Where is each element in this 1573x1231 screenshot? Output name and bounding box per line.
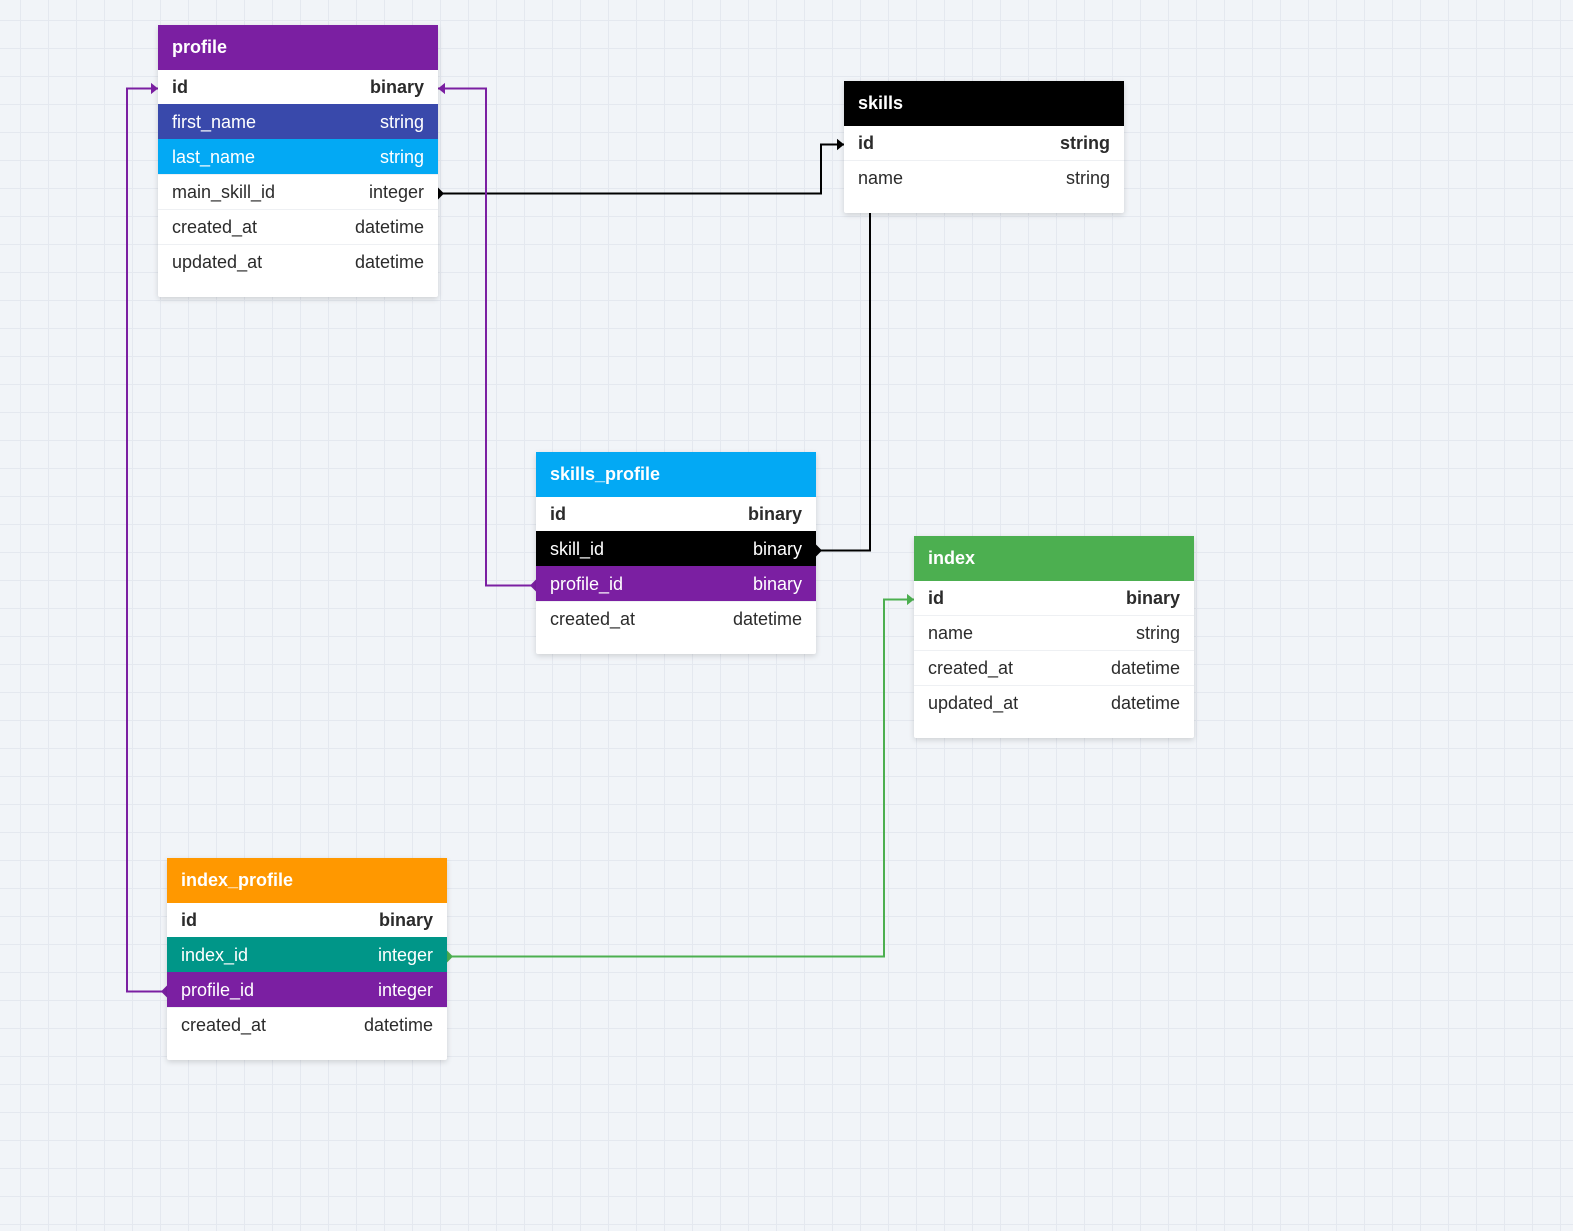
column-row[interactable]: last_name string — [158, 139, 438, 174]
column-row[interactable]: name string — [914, 615, 1194, 650]
column-type: datetime — [1111, 693, 1180, 714]
table-profile[interactable]: profileidbinaryfirst_namestringlast_name… — [158, 25, 438, 297]
column-type: datetime — [1111, 658, 1180, 679]
column-name: id — [928, 588, 944, 609]
column-name: main_skill_id — [172, 182, 275, 203]
column-type: datetime — [733, 609, 802, 630]
column-name: updated_at — [928, 693, 1018, 714]
column-name: name — [928, 623, 973, 644]
table-footer-space — [844, 195, 1124, 213]
column-name: created_at — [172, 217, 257, 238]
table-skills[interactable]: skills id string name string — [844, 81, 1124, 213]
column-name: name — [858, 168, 903, 189]
column-type: datetime — [355, 217, 424, 238]
column-row[interactable]: first_name string — [158, 104, 438, 139]
column-row[interactable]: created_at datetime — [167, 1007, 447, 1042]
column-row[interactable]: id binary — [167, 903, 447, 937]
column-type: string — [1136, 623, 1180, 644]
column-type: integer — [378, 980, 433, 1001]
column-name: first_name — [172, 112, 256, 133]
table-header[interactable]: index — [914, 536, 1194, 581]
column-row[interactable]: created_at datetime — [536, 601, 816, 636]
column-type: datetime — [355, 252, 424, 273]
column-row[interactable]: profile_id integer — [167, 972, 447, 1007]
column-name: id — [858, 133, 874, 154]
column-name: updated_at — [172, 252, 262, 273]
table-header[interactable]: skills — [844, 81, 1124, 126]
column-row[interactable]: id binary — [158, 70, 438, 104]
table-footer-space — [914, 720, 1194, 738]
column-type: binary — [1126, 588, 1180, 609]
table-footer-space — [167, 1042, 447, 1060]
column-name: created_at — [550, 609, 635, 630]
column-name: last_name — [172, 147, 255, 168]
column-row[interactable]: id string — [844, 126, 1124, 160]
column-type: datetime — [364, 1015, 433, 1036]
column-name: id — [550, 504, 566, 525]
column-row[interactable]: main_skill_id integer — [158, 174, 438, 209]
column-name: id — [181, 910, 197, 931]
column-type: string — [1060, 133, 1110, 154]
column-row[interactable]: id binary — [536, 497, 816, 531]
column-row[interactable]: updated_at datetime — [914, 685, 1194, 720]
column-type: binary — [753, 539, 802, 560]
column-row[interactable]: created_at datetime — [158, 209, 438, 244]
column-type: integer — [378, 945, 433, 966]
column-row[interactable]: id binary — [914, 581, 1194, 615]
table-footer-space — [158, 279, 438, 297]
column-name: profile_id — [181, 980, 254, 1001]
table-footer-space — [536, 636, 816, 654]
column-type: string — [1066, 168, 1110, 189]
table-header[interactable]: index_profile — [167, 858, 447, 903]
column-row[interactable]: name string — [844, 160, 1124, 195]
column-type: binary — [748, 504, 802, 525]
column-type: binary — [379, 910, 433, 931]
table-header[interactable]: profile — [158, 25, 438, 70]
table-index[interactable]: indexidbinarynamestringcreated_atdatetim… — [914, 536, 1194, 738]
column-row[interactable]: profile_id binary — [536, 566, 816, 601]
column-type: string — [380, 112, 424, 133]
table-index_profile[interactable]: index_profileidbinaryindex_idintegerprof… — [167, 858, 447, 1060]
column-name: index_id — [181, 945, 248, 966]
column-type: integer — [369, 182, 424, 203]
column-row[interactable]: index_id integer — [167, 937, 447, 972]
column-name: id — [172, 77, 188, 98]
column-type: binary — [753, 574, 802, 595]
column-name: created_at — [181, 1015, 266, 1036]
column-row[interactable]: updated_at datetime — [158, 244, 438, 279]
column-type: binary — [370, 77, 424, 98]
column-name: created_at — [928, 658, 1013, 679]
table-header[interactable]: skills_profile — [536, 452, 816, 497]
column-name: profile_id — [550, 574, 623, 595]
table-skills_profile[interactable]: skills_profileidbinaryskill_idbinaryprof… — [536, 452, 816, 654]
column-name: skill_id — [550, 539, 604, 560]
column-type: string — [380, 147, 424, 168]
column-row[interactable]: created_at datetime — [914, 650, 1194, 685]
column-row[interactable]: skill_id binary — [536, 531, 816, 566]
